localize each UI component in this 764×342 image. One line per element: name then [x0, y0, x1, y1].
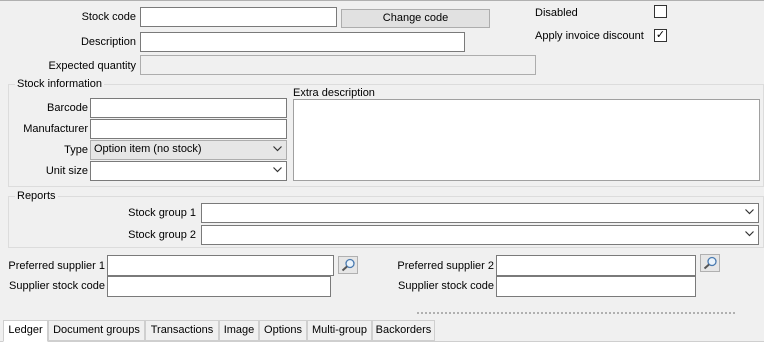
tab-backorders[interactable]: Backorders: [372, 320, 435, 341]
reports-title: Reports: [15, 190, 58, 202]
magnifier-icon: [341, 258, 355, 272]
stock-group-2-select[interactable]: [201, 225, 759, 245]
unit-size-label: Unit size: [45, 165, 88, 177]
magnifier-icon: [703, 256, 717, 270]
disabled-label: Disabled: [535, 7, 578, 19]
manufacturer-field[interactable]: [90, 119, 287, 139]
tab-image[interactable]: Image: [219, 320, 259, 341]
apply-invoice-discount-label: Apply invoice discount: [535, 30, 644, 42]
barcode-label: Barcode: [47, 102, 88, 114]
type-select-value: Option item (no stock): [94, 143, 202, 155]
checkmark-icon: ✓: [655, 29, 666, 41]
stock-group-1-label: Stock group 1: [128, 207, 196, 219]
apply-invoice-discount-checkbox[interactable]: ✓: [654, 29, 667, 42]
barcode-field[interactable]: [90, 98, 287, 118]
tab-document-groups[interactable]: Document groups: [48, 320, 145, 341]
supplier-stock-code-1-label: Supplier stock code: [9, 280, 105, 292]
supplier-1-lookup-button[interactable]: [338, 256, 358, 274]
chevron-down-icon: [745, 206, 754, 220]
expected-quantity-label: Expected quantity: [48, 60, 136, 72]
chevron-down-icon: [273, 164, 282, 178]
change-code-button[interactable]: Change code: [341, 9, 490, 28]
tab-options[interactable]: Options: [259, 320, 307, 341]
stock-code-field[interactable]: [140, 7, 337, 27]
chevron-down-icon: [273, 143, 282, 157]
preferred-supplier-1-field[interactable]: [107, 255, 334, 276]
type-label: Type: [64, 144, 88, 156]
description-label: Description: [80, 36, 136, 48]
preferred-supplier-2-field[interactable]: [496, 255, 696, 276]
manufacturer-label: Manufacturer: [23, 123, 88, 135]
disabled-checkbox[interactable]: [654, 5, 667, 18]
splitter-grip[interactable]: [416, 311, 736, 315]
supplier-stock-code-2-label: Supplier stock code: [398, 280, 494, 292]
top-border: [0, 0, 764, 1]
preferred-supplier-1-label: Preferred supplier 1: [8, 260, 105, 272]
extra-description-label: Extra description: [293, 87, 375, 99]
stock-group-2-label: Stock group 2: [128, 229, 196, 241]
extra-description-textarea[interactable]: [293, 99, 760, 181]
tab-ledger[interactable]: Ledger: [3, 320, 48, 342]
type-select[interactable]: Option item (no stock): [90, 140, 287, 160]
supplier-2-lookup-button[interactable]: [700, 254, 720, 272]
expected-quantity-field: [140, 55, 536, 75]
tab-multi-group[interactable]: Multi-group: [307, 320, 372, 341]
chevron-down-icon: [745, 228, 754, 242]
unit-size-select[interactable]: [90, 161, 287, 181]
preferred-supplier-2-label: Preferred supplier 2: [397, 260, 494, 272]
tab-transactions[interactable]: Transactions: [145, 320, 219, 341]
supplier-stock-code-1-field[interactable]: [107, 276, 331, 297]
stock-information-title: Stock information: [15, 78, 104, 90]
description-field[interactable]: [140, 32, 465, 52]
supplier-stock-code-2-field[interactable]: [496, 276, 696, 297]
stock-code-label: Stock code: [81, 11, 136, 23]
stock-group-1-select[interactable]: [201, 203, 759, 223]
